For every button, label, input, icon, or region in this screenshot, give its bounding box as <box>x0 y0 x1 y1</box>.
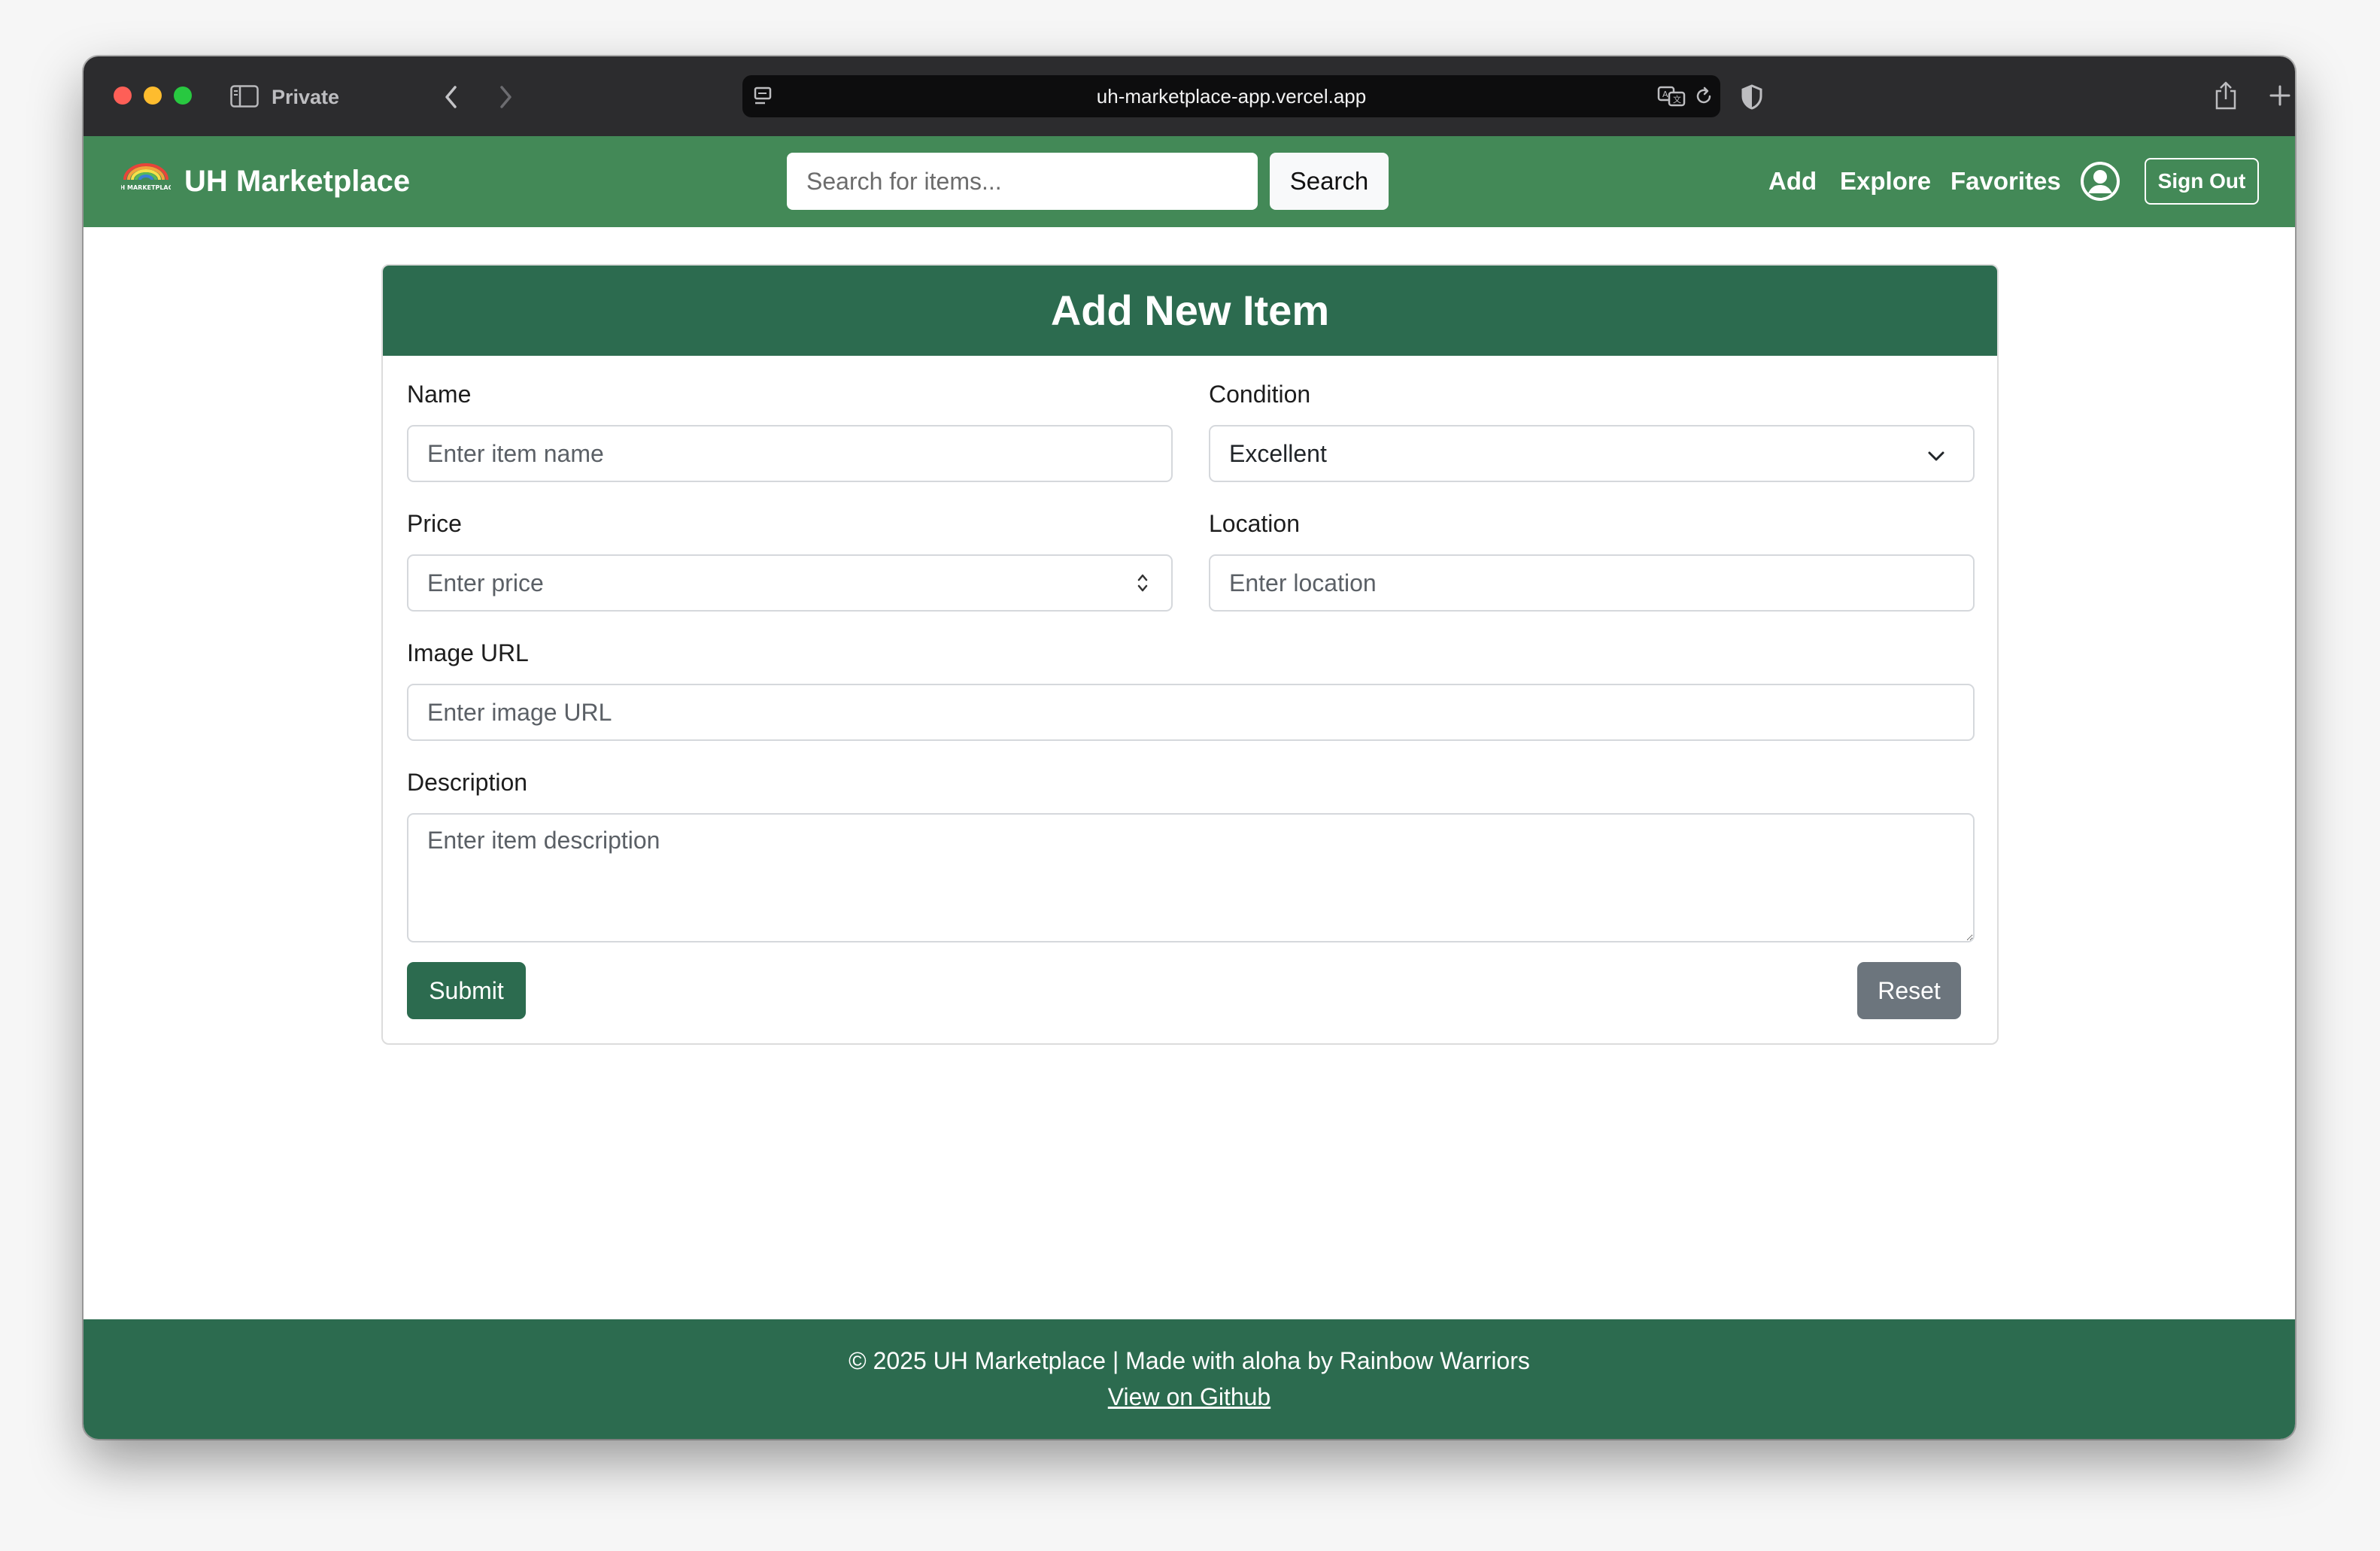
condition-label: Condition <box>1209 381 1311 408</box>
price-input[interactable] <box>407 554 1173 612</box>
svg-text:文: 文 <box>1673 94 1681 105</box>
footer-copyright: © 2025 UH Marketplace | Made with aloha … <box>848 1347 1530 1374</box>
navbar: UH MARKETPLACE UH Marketplace Search Add… <box>83 136 2295 227</box>
chevron-down-icon <box>1926 445 1946 472</box>
page-title: Add New Item <box>383 266 1997 356</box>
search-button[interactable]: Search <box>1270 153 1389 210</box>
location-input[interactable] <box>1209 554 1975 612</box>
nav-link-explore[interactable]: Explore <box>1840 159 1931 204</box>
close-window-button[interactable] <box>114 87 132 105</box>
image-url-input[interactable] <box>407 684 1975 741</box>
condition-select[interactable]: Excellent <box>1209 425 1975 482</box>
zoom-window-button[interactable] <box>174 87 192 105</box>
share-icon[interactable] <box>2211 79 2241 112</box>
price-stepper-icon[interactable] <box>1135 571 1150 599</box>
private-label: Private <box>272 86 340 108</box>
reset-button[interactable]: Reset <box>1857 962 1961 1019</box>
search-input[interactable] <box>787 153 1258 210</box>
svg-text:UH MARKETPLACE: UH MARKETPLACE <box>121 184 171 191</box>
github-link[interactable]: View on Github <box>1108 1383 1270 1410</box>
submit-button[interactable]: Submit <box>407 962 526 1019</box>
uh-rainbow-logo[interactable]: UH MARKETPLACE <box>115 162 177 197</box>
minimize-window-button[interactable] <box>144 87 162 105</box>
nav-link-favorites[interactable]: Favorites <box>1950 159 2061 204</box>
image-url-label: Image URL <box>407 639 529 666</box>
nav-link-add[interactable]: Add <box>1768 159 1817 204</box>
footer: © 2025 UH Marketplace | Made with aloha … <box>83 1319 2295 1439</box>
address-bar[interactable]: uh-marketplace-app.vercel.app A文 <box>742 75 1720 117</box>
user-profile-icon[interactable] <box>2080 161 2120 205</box>
sign-out-button[interactable]: Sign Out <box>2145 158 2259 205</box>
translate-icon[interactable]: A文 <box>1656 84 1689 108</box>
browser-toolbar: Private uh-marketplace-app.vercel.app A文 <box>83 56 2295 136</box>
name-label: Name <box>407 381 472 408</box>
description-label: Description <box>407 769 528 796</box>
sidebar-toggle-icon[interactable] <box>229 83 260 109</box>
url-text: uh-marketplace-app.vercel.app <box>1096 85 1367 108</box>
privacy-report-icon[interactable] <box>1738 82 1765 112</box>
condition-selected-value: Excellent <box>1229 440 1327 467</box>
new-tab-icon[interactable] <box>2265 80 2295 111</box>
description-textarea[interactable] <box>407 813 1975 942</box>
forward-icon[interactable] <box>494 82 517 112</box>
back-icon[interactable] <box>440 82 463 112</box>
reload-icon[interactable] <box>1690 84 1717 108</box>
name-input[interactable] <box>407 425 1173 482</box>
browser-window: Private uh-marketplace-app.vercel.app A文 <box>83 56 2295 1439</box>
add-item-card: Add New Item Name Condition Excellent Pr… <box>381 264 1999 1045</box>
location-label: Location <box>1209 510 1300 537</box>
brand-title[interactable]: UH Marketplace <box>184 159 410 204</box>
svg-text:A: A <box>1662 90 1668 99</box>
price-label: Price <box>407 510 462 537</box>
